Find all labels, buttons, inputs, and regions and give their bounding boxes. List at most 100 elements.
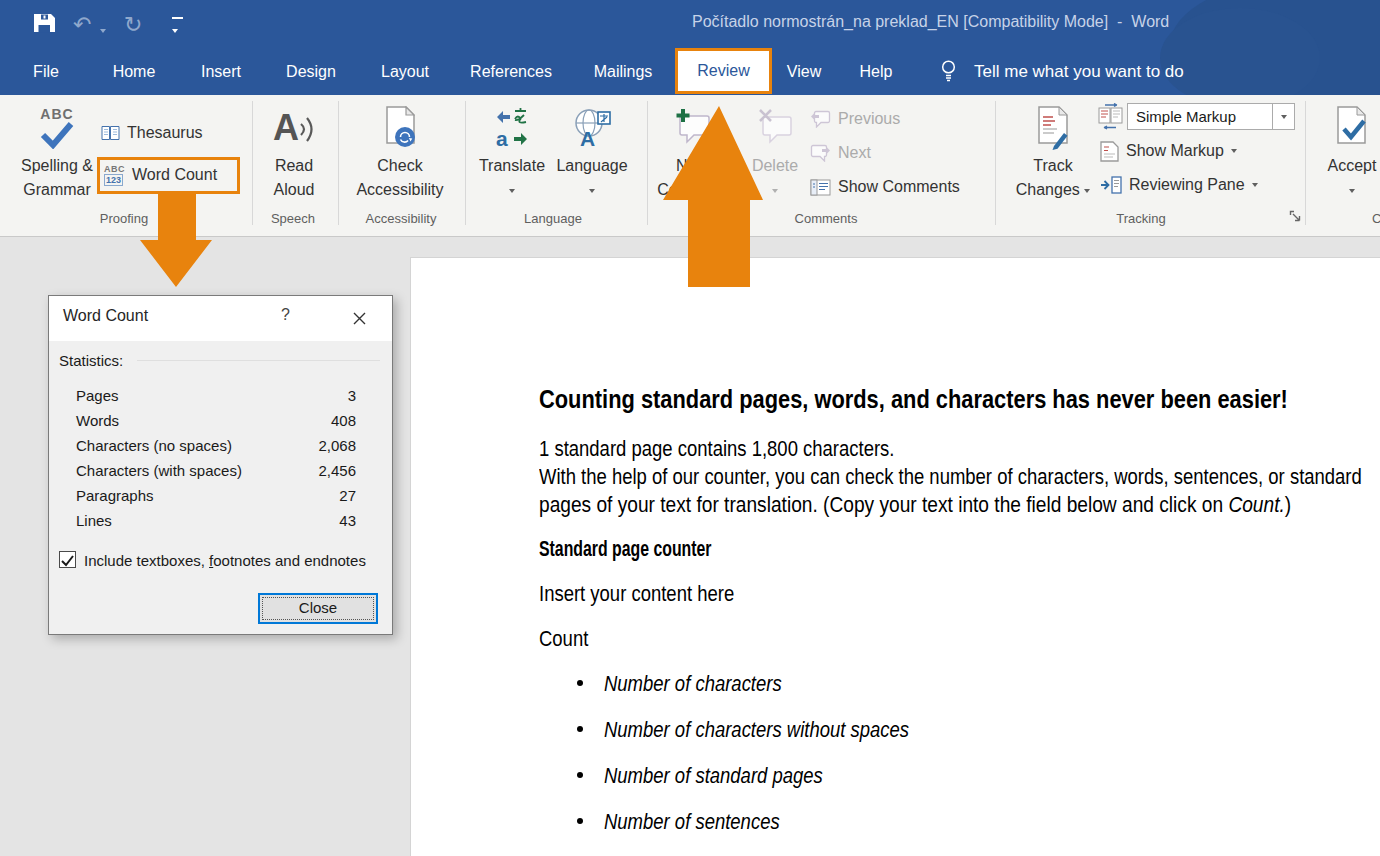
- delete-comment-icon: [738, 103, 812, 153]
- group-label-tracking: Tracking: [1116, 211, 1165, 226]
- doc-line: Insert your content here: [539, 581, 771, 607]
- dialog-title-bar[interactable]: Word Count ?: [49, 296, 392, 341]
- show-comments-icon: [810, 179, 831, 196]
- doc-heading: Counting standard pages, words, and char…: [539, 384, 1380, 415]
- statistics-caption: Statistics:: [59, 352, 123, 369]
- stat-row: Paragraphs27: [76, 487, 356, 504]
- doc-line: With the help of our counter, you can ch…: [539, 464, 1380, 490]
- group-label-changes: C: [1372, 211, 1380, 226]
- accept-icon: [1320, 103, 1380, 153]
- checkbox-label: Include textboxes, footnotes and endnote…: [84, 552, 366, 569]
- accept-button[interactable]: Accept: [1320, 101, 1380, 213]
- window-title: Počítadlo normostrán_na preklad_EN [Comp…: [692, 13, 1169, 31]
- dialog-title: Word Count: [63, 307, 148, 325]
- check-accessibility-icon: [350, 103, 450, 153]
- doc-bullet: Number of sentences: [604, 809, 813, 835]
- thesaurus-icon: [101, 125, 120, 141]
- dialog-close-button[interactable]: [339, 302, 379, 334]
- title-bar: ↶ ↻ Počítadlo normostrán_na preklad_EN […: [0, 0, 1380, 95]
- word-application-window: ↶ ↻ Počítadlo normostrán_na preklad_EN […: [0, 0, 1380, 856]
- read-aloud-icon: A: [258, 103, 330, 153]
- save-icon: [33, 13, 55, 33]
- dropdown-caret: [1281, 115, 1287, 119]
- translate-icon: a: [474, 103, 550, 153]
- bullet-dot: [577, 772, 583, 778]
- previous-comment-icon: [810, 110, 831, 128]
- redo-button[interactable]: ↻: [124, 14, 142, 36]
- group-label-language: Language: [524, 211, 582, 226]
- tell-me-search[interactable]: Tell me what you want to do: [974, 48, 1184, 95]
- spelling-grammar-button[interactable]: ABC Spelling & Grammar: [18, 101, 96, 213]
- new-comment-button[interactable]: New Comment: [655, 101, 729, 213]
- word-count-dialog: Word Count ? Statistics: Pages3 Words408…: [48, 295, 393, 635]
- show-comments-button[interactable]: Show Comments: [810, 175, 960, 199]
- document-page[interactable]: Counting standard pages, words, and char…: [410, 257, 1380, 856]
- group-separator: [1305, 101, 1306, 225]
- tab-file[interactable]: File: [33, 48, 59, 95]
- dropdown-caret: [1252, 183, 1258, 187]
- bullet-dot: [577, 818, 583, 824]
- read-aloud-button[interactable]: A Read Aloud: [258, 101, 330, 213]
- previous-comment-button[interactable]: Previous: [810, 107, 900, 131]
- tab-insert[interactable]: Insert: [201, 48, 241, 95]
- group-separator: [465, 101, 466, 225]
- dropdown-caret: [772, 189, 778, 193]
- language-icon: A: [550, 103, 634, 153]
- doc-line: Count: [539, 626, 598, 652]
- show-markup-button[interactable]: Show Markup: [1100, 139, 1237, 163]
- next-comment-button[interactable]: Next: [810, 141, 871, 165]
- dropdown-caret: [509, 189, 515, 193]
- doc-bullet: Number of standard pages: [604, 763, 865, 789]
- tab-layout[interactable]: Layout: [381, 48, 429, 95]
- spelling-grammar-icon: ABC: [39, 107, 75, 149]
- stat-row: Pages3: [76, 387, 356, 404]
- tab-references[interactable]: References: [470, 48, 552, 95]
- dialog-help-button[interactable]: ?: [281, 306, 290, 324]
- display-for-review-icon: [1098, 103, 1123, 134]
- language-button[interactable]: A Language: [550, 101, 634, 213]
- check-accessibility-button[interactable]: Check Accessibility: [350, 101, 450, 213]
- combo-dropdown-button[interactable]: [1272, 104, 1294, 129]
- stat-row: Lines43: [76, 512, 356, 529]
- combo-value: Simple Markup: [1136, 108, 1236, 125]
- tracking-dialog-launcher[interactable]: [1289, 209, 1302, 227]
- track-changes-button[interactable]: Track Changes: [1012, 101, 1094, 213]
- svg-text:a: a: [496, 127, 508, 150]
- bullet-dot: [577, 726, 583, 732]
- group-label-speech: Speech: [271, 211, 315, 226]
- doc-bullet: Number of characters: [604, 671, 816, 697]
- qat-customize-icon: [172, 17, 183, 19]
- thesaurus-button[interactable]: Thesaurus: [101, 121, 203, 145]
- doc-line: 1 standard page contains 1,800 character…: [539, 436, 962, 462]
- stat-row: Characters (no spaces)2,068: [76, 437, 356, 454]
- save-button[interactable]: [33, 13, 55, 37]
- group-separator: [995, 101, 996, 225]
- next-comment-icon: [810, 144, 831, 162]
- close-button[interactable]: Close: [258, 593, 378, 624]
- undo-dropdown-icon[interactable]: [100, 21, 106, 39]
- group-separator: [647, 101, 648, 225]
- reviewing-pane-icon: [1100, 176, 1122, 194]
- tab-home[interactable]: Home: [113, 48, 156, 95]
- doc-bullet: Number of characters without spaces: [604, 717, 967, 743]
- tab-mailings[interactable]: Mailings: [594, 48, 653, 95]
- tab-view[interactable]: View: [787, 48, 821, 95]
- svg-text:A: A: [580, 127, 595, 150]
- bullet-dot: [577, 680, 583, 686]
- tab-review[interactable]: Review: [675, 48, 772, 94]
- annotation-box-word-count: [97, 157, 240, 194]
- display-for-review-combo[interactable]: Simple Markup: [1127, 103, 1295, 130]
- group-separator: [338, 101, 339, 225]
- lightbulb-icon: [940, 59, 957, 86]
- include-textboxes-checkbox[interactable]: [59, 551, 76, 568]
- translate-button[interactable]: a Translate: [474, 101, 550, 213]
- undo-button[interactable]: ↶: [73, 14, 91, 36]
- group-label-proofing: Proofing: [100, 211, 148, 226]
- checkmark-icon: [61, 555, 74, 567]
- new-comment-icon: [655, 103, 729, 153]
- tab-design[interactable]: Design: [286, 48, 336, 95]
- reviewing-pane-button[interactable]: Reviewing Pane: [1100, 173, 1258, 197]
- tab-help[interactable]: Help: [860, 48, 893, 95]
- delete-comment-button[interactable]: Delete: [738, 101, 812, 213]
- qat-customize-button[interactable]: [172, 17, 183, 39]
